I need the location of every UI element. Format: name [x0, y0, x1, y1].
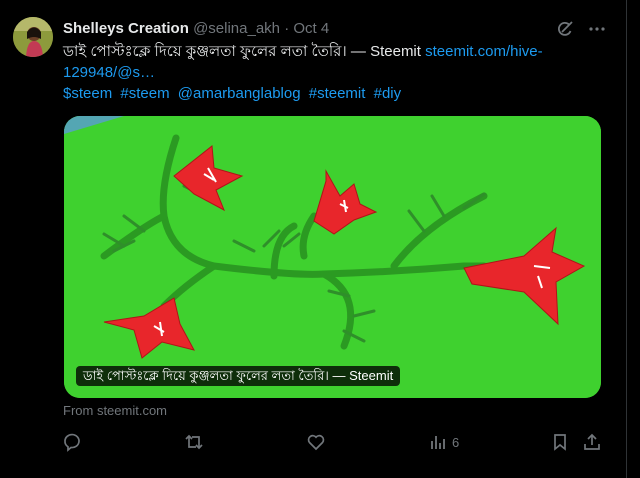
views-button[interactable]: 6 — [428, 431, 459, 453]
grok-icon[interactable] — [554, 18, 576, 40]
avatar[interactable] — [13, 17, 53, 57]
hashtag-cashtag-steem[interactable]: $steem — [63, 85, 112, 102]
top-actions — [554, 18, 608, 40]
reply-button[interactable] — [62, 431, 82, 453]
link-card[interactable]: ডাই পোস্টঃক্লে দিয়ে কুঞ্জলতা ফুলের লতা … — [64, 116, 601, 398]
tweet-text: ডাই পোস্টঃক্লে দিয়ে কুঞ্জলতা ফুলের লতা … — [63, 41, 603, 83]
hashtag-diy[interactable]: #diy — [374, 85, 402, 102]
post-date[interactable]: Oct 4 — [293, 20, 329, 37]
tweet-text-main: ডাই পোস্টঃক্লে দিয়ে কুঞ্জলতা ফুলের লতা … — [63, 43, 426, 60]
views-count: 6 — [452, 434, 460, 450]
tweet[interactable]: Shelleys Creation @selina_akh · Oct 4 ডা… — [0, 0, 627, 478]
bookmark-icon — [550, 432, 570, 452]
share-button[interactable] — [582, 431, 602, 453]
retweet-icon — [184, 432, 204, 452]
more-icon[interactable] — [586, 18, 608, 40]
like-button[interactable] — [306, 431, 326, 453]
author-handle[interactable]: @selina_akh — [193, 20, 280, 37]
card-image — [64, 116, 601, 398]
tweet-header: Shelleys Creation @selina_akh · Oct 4 — [63, 19, 329, 39]
header-separator: · — [284, 20, 290, 37]
card-caption: ডাই পোস্টঃক্লে দিয়ে কুঞ্জলতা ফুলের লতা … — [76, 366, 401, 386]
action-bar: 6 — [62, 431, 607, 453]
like-icon — [306, 432, 326, 452]
hashtags: $steem #steem @amarbanglablog #steemit #… — [63, 84, 405, 104]
views-icon — [428, 432, 448, 452]
author-name[interactable]: Shelleys Creation — [63, 20, 189, 37]
card-source[interactable]: From steemit.com — [63, 403, 167, 418]
bookmark-button[interactable] — [550, 431, 570, 453]
hashtag-steemit[interactable]: #steemit — [309, 85, 366, 102]
reply-icon — [62, 432, 82, 452]
retweet-button[interactable] — [184, 431, 204, 453]
share-icon — [582, 432, 602, 452]
hashtag-steem[interactable]: #steem — [120, 85, 169, 102]
mention-amarbanglablog[interactable]: @amarbanglablog — [178, 85, 301, 102]
